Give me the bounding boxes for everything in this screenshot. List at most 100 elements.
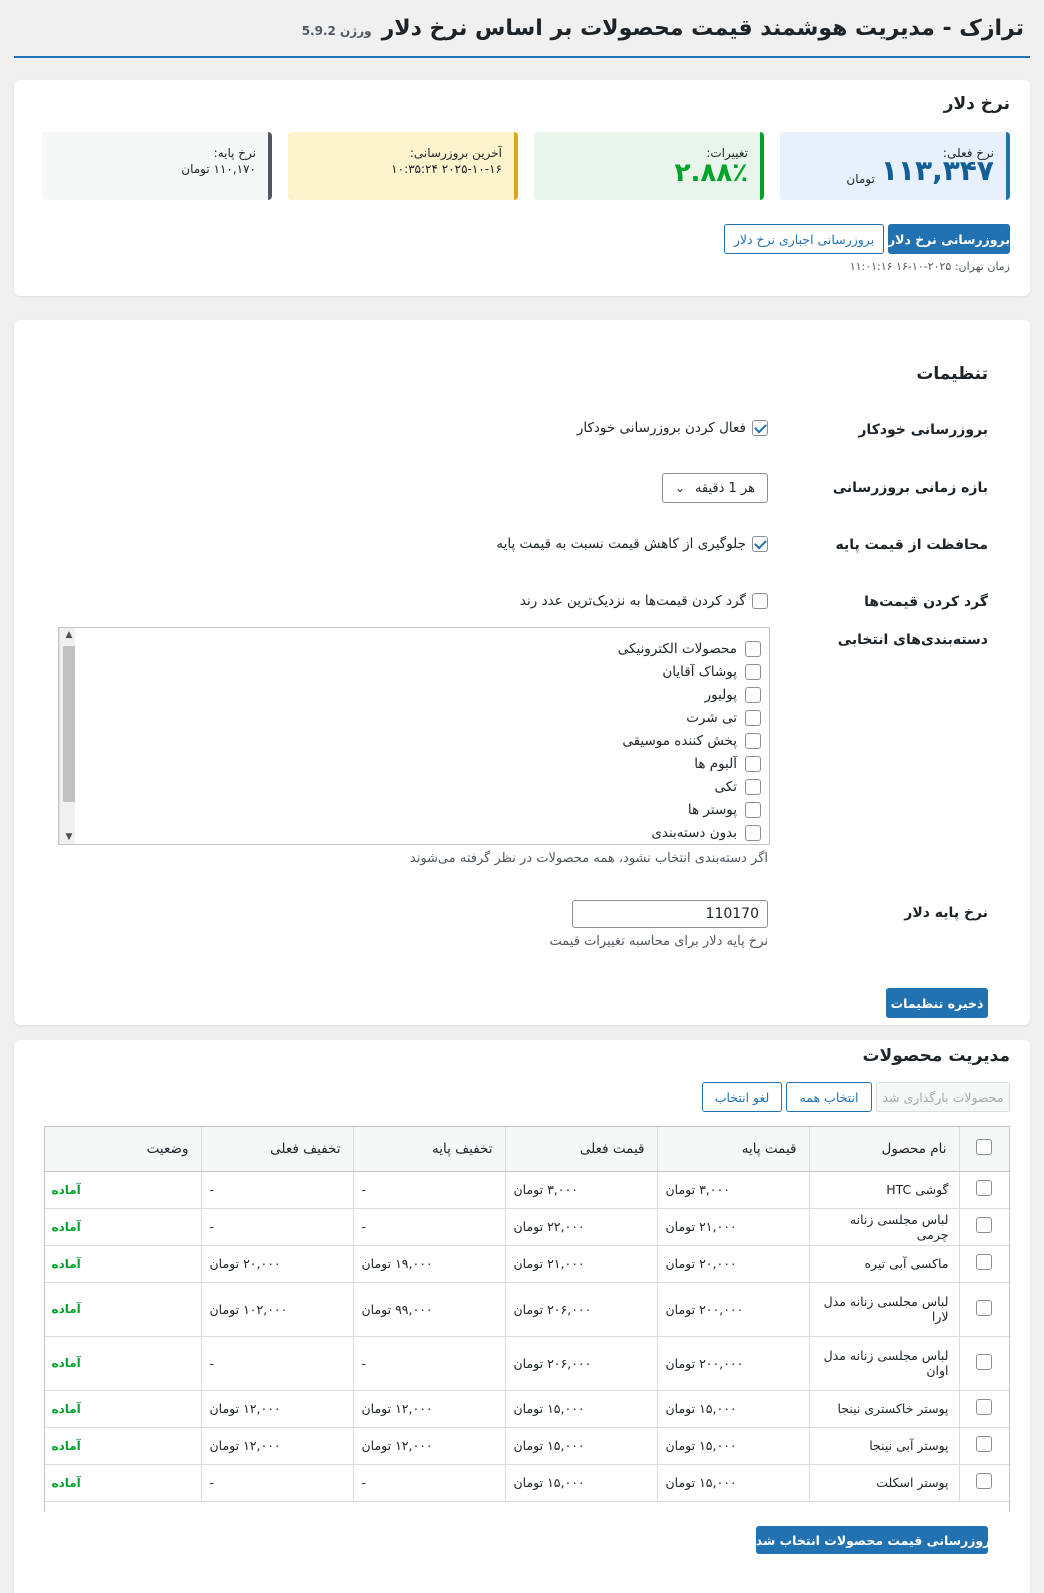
round-field[interactable]: گرد کردن قیمت‌ها به نزدیک‌ترین عدد رند <box>520 593 768 609</box>
deselect-all-button[interactable]: لغو انتخاب <box>702 1082 782 1112</box>
row-checkbox[interactable] <box>976 1217 993 1233</box>
category-checkbox[interactable] <box>745 801 761 818</box>
round-text: گرد کردن قیمت‌ها به نزدیک‌ترین عدد رند <box>519 593 746 609</box>
cell-base-discount: ۹۹,۰۰۰ تومان <box>352 1282 505 1337</box>
settings-title: تنظیمات <box>916 364 988 384</box>
category-checkbox[interactable] <box>745 640 761 657</box>
categories-list: محصولات الکترونیکی پوشاک آقایان پولیور تی ش… <box>618 640 761 841</box>
cell-status: آماده <box>45 1171 201 1209</box>
cell-current-discount: - <box>200 1171 353 1209</box>
category-item[interactable]: آلبوم ها <box>618 755 761 772</box>
cell-status: آماده <box>45 1427 201 1465</box>
column-header: نام محصول <box>808 1127 959 1172</box>
products-table: نام محصول قیمت پایه قیمت فعلی تخفیف پایه… <box>45 1127 1009 1502</box>
cell-current: ۳,۰۰۰ تومان <box>504 1171 657 1209</box>
protect-text: جلوگیری از کاهش قیمت نسبت به قیمت پایه <box>496 536 746 552</box>
categories-label: دسته‌بندی‌های انتخابی <box>837 632 988 648</box>
table-row[interactable]: ماکسی آبی تیره ۲۰,۰۰۰ تومان ۲۱,۰۰۰ تومان ۱۹… <box>45 1245 1009 1283</box>
category-checkbox[interactable] <box>745 732 761 749</box>
select-all-checkbox[interactable] <box>976 1138 993 1155</box>
update-selected-products-button[interactable]: بروزرسانی قیمت محصولات انتخاب شده <box>748 1526 996 1554</box>
scroll-thumb[interactable] <box>63 646 75 802</box>
auto-update-checkbox[interactable] <box>752 420 768 436</box>
row-checkbox[interactable] <box>976 1353 993 1370</box>
row-checkbox[interactable] <box>976 1473 993 1489</box>
cell-status: آماده <box>45 1336 201 1391</box>
row-checkbox[interactable] <box>976 1180 993 1196</box>
table-row[interactable]: پوستر آبی نینجا ۱۵,۰۰۰ تومان ۱۵,۰۰۰ تومان ۱… <box>45 1427 1009 1465</box>
row-checkbox-cell <box>958 1171 1009 1209</box>
column-header: تخفیف پایه <box>352 1127 505 1172</box>
table-row[interactable]: لباس مجلسی زنانه مدل اوان ۲۰۰,۰۰۰ تومان ۲۰… <box>45 1336 1009 1391</box>
scroll-up-icon[interactable]: ▲ <box>63 630 75 640</box>
round-checkbox[interactable] <box>752 593 768 609</box>
protect-field[interactable]: جلوگیری از کاهش قیمت نسبت به قیمت پایه <box>496 536 768 552</box>
column-header: وضعیت <box>45 1127 201 1172</box>
row-checkbox-cell <box>958 1464 1009 1502</box>
category-item[interactable]: پخش کننده موسیقی <box>618 732 761 749</box>
cell-current: ۱۵,۰۰۰ تومان <box>504 1464 657 1502</box>
select-all-button[interactable]: انتخاب همه <box>786 1082 872 1112</box>
row-checkbox[interactable] <box>976 1299 993 1316</box>
current-rate-value: ۱۱۳,۳۴۷ <box>880 154 994 187</box>
base-rate-input[interactable]: 110170 <box>572 900 768 928</box>
cell-current-discount: - <box>200 1464 353 1502</box>
category-item[interactable]: پولیور <box>618 686 761 703</box>
product-name: لباس مجلسی زنانه مدل اوان <box>808 1336 959 1391</box>
save-settings-button[interactable]: ذخیره تنظیمات <box>886 988 988 1018</box>
auto-update-field[interactable]: فعال کردن بروزرسانی خودکار <box>577 420 768 436</box>
scroll-down-icon[interactable]: ▼ <box>63 832 75 842</box>
row-checkbox[interactable] <box>976 1399 993 1415</box>
change-box: تغییرات: ۲.۸۸٪ <box>534 132 764 200</box>
tehran-time: زمان تهران: ۲۰۲۵-۱۰-۱۶ ۱۱:۰۱:۱۶ <box>849 260 1010 273</box>
protect-checkbox[interactable] <box>752 536 768 552</box>
category-checkbox[interactable] <box>745 778 761 795</box>
category-checkbox[interactable] <box>745 709 761 726</box>
category-item[interactable]: پوشاک آقایان <box>618 663 761 680</box>
row-checkbox-cell <box>958 1245 1009 1283</box>
category-item[interactable]: تی شرت <box>618 709 761 726</box>
row-checkbox[interactable] <box>976 1254 993 1270</box>
cell-base: ۱۵,۰۰۰ تومان <box>656 1427 809 1465</box>
table-row[interactable]: لباس مجلسی زنانه مدل لارا ۲۰۰,۰۰۰ تومان ۲۰… <box>45 1282 1009 1337</box>
cell-base-discount: - <box>352 1171 505 1209</box>
category-checkbox[interactable] <box>745 686 761 703</box>
table-row[interactable]: پوستر اسکلت ۱۵,۰۰۰ تومان ۱۵,۰۰۰ تومان - - آما… <box>45 1464 1009 1502</box>
interval-select[interactable]: هر 1 دقیقه ⌄ <box>662 473 768 503</box>
category-item[interactable]: تکی <box>618 778 761 795</box>
category-checkbox[interactable] <box>745 663 761 680</box>
product-name: ماکسی آبی تیره <box>808 1245 959 1283</box>
product-name: پوستر اسکلت <box>808 1464 959 1502</box>
table-row[interactable]: گوشی HTC ۳,۰۰۰ تومان ۳,۰۰۰ تومان - - آماده <box>45 1171 1009 1209</box>
cell-current: ۱۵,۰۰۰ تومان <box>504 1390 657 1428</box>
cell-base-discount: ۱۹,۰۰۰ تومان <box>352 1245 505 1283</box>
category-label: تکی <box>714 778 737 795</box>
products-title: مدیریت محصولات <box>862 1046 1010 1066</box>
category-item[interactable]: محصولات الکترونیکی <box>618 640 761 657</box>
cell-base: ۲۰,۰۰۰ تومان <box>656 1245 809 1283</box>
base-rate-help: نرخ پایه دلار برای محاسبه تغییرات قیمت <box>549 934 768 949</box>
categories-scrollbar[interactable]: ▲ ▼ <box>59 628 75 844</box>
cell-base: ۲۱,۰۰۰ تومان <box>656 1208 809 1246</box>
table-row[interactable]: پوستر خاکستری نینجا ۱۵,۰۰۰ تومان ۱۵,۰۰۰ تو… <box>45 1390 1009 1428</box>
cell-current-discount: - <box>200 1336 353 1391</box>
category-item[interactable]: پوستر ها <box>618 801 761 818</box>
row-checkbox-cell <box>958 1336 1009 1391</box>
row-checkbox-cell <box>958 1282 1009 1337</box>
category-checkbox[interactable] <box>745 824 761 841</box>
update-rate-button[interactable]: بروزرسانی نرخ دلار <box>888 224 1010 254</box>
category-checkbox[interactable] <box>745 755 761 772</box>
category-item[interactable]: بدون دسته‌بندی <box>618 824 761 841</box>
chevron-down-icon: ⌄ <box>675 481 686 495</box>
category-label: بدون دسته‌بندی <box>651 824 737 841</box>
row-checkbox[interactable] <box>976 1436 993 1452</box>
table-row[interactable]: لباس مجلسی زنانه چرمی ۲۱,۰۰۰ تومان ۲۲,۰۰۰ … <box>45 1208 1009 1246</box>
cell-current: ۲۰۶,۰۰۰ تومان <box>504 1336 657 1391</box>
rate-buttons: بروزرسانی نرخ دلار بروزرسانی اجباری نرخ … <box>724 224 1010 254</box>
force-update-rate-button[interactable]: بروزرسانی اجباری نرخ دلار <box>724 224 884 254</box>
categories-listbox[interactable]: محصولات الکترونیکی پوشاک آقایان پولیور تی ش… <box>58 627 770 845</box>
cell-current-discount: - <box>200 1208 353 1246</box>
products-loaded-button[interactable]: محصولات بارگذاری شد <box>876 1082 1010 1112</box>
products-table-body: گوشی HTC ۳,۰۰۰ تومان ۳,۰۰۰ تومان - - آماده لبا… <box>45 1171 1009 1502</box>
cell-status: آماده <box>45 1245 201 1283</box>
